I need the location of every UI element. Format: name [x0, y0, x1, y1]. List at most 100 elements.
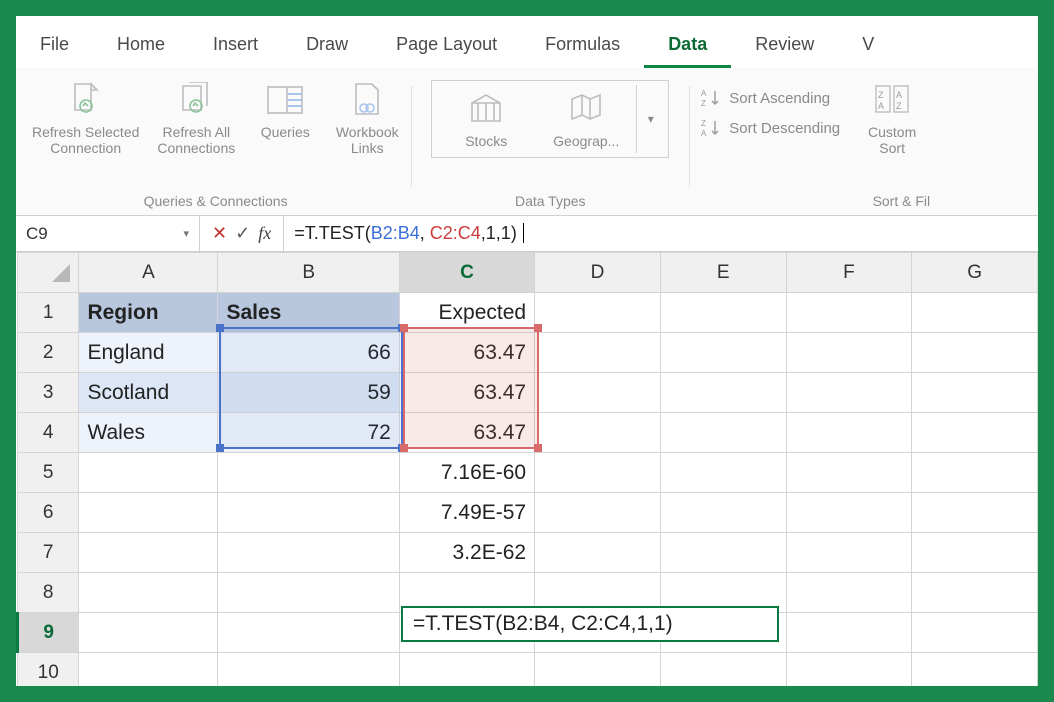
confirm-edit-button[interactable]: ✓ [235, 223, 250, 244]
tab-draw[interactable]: Draw [282, 22, 372, 68]
cell-A1[interactable]: Region [79, 293, 218, 333]
cell-G4[interactable] [912, 413, 1038, 453]
cell-C6[interactable]: 7.49E-57 [399, 493, 534, 533]
cell-A8[interactable] [79, 573, 218, 613]
workbook-links-button[interactable]: Workbook Links [329, 76, 405, 160]
cell-G7[interactable] [912, 533, 1038, 573]
cell-A6[interactable] [79, 493, 218, 533]
cancel-edit-button[interactable]: ✕ [212, 223, 227, 244]
cell-F2[interactable] [786, 333, 912, 373]
cell-E5[interactable] [660, 453, 786, 493]
sort-descending-button[interactable]: ZA Sort Descending [701, 118, 840, 138]
row-header-2[interactable]: 2 [18, 333, 79, 373]
row-header-7[interactable]: 7 [18, 533, 79, 573]
queries-button[interactable]: Queries [247, 76, 323, 144]
col-header-A[interactable]: A [79, 253, 218, 293]
tab-home[interactable]: Home [93, 22, 189, 68]
cell-G8[interactable] [912, 573, 1038, 613]
cell-B2[interactable]: 66 [218, 333, 399, 373]
cell-C7[interactable]: 3.2E-62 [399, 533, 534, 573]
row-header-1[interactable]: 1 [18, 293, 79, 333]
active-cell-editor[interactable]: =T.TEST(B2:B4, C2:C4,1,1) [401, 606, 779, 642]
datatype-dropdown[interactable]: ▾ [636, 85, 664, 153]
col-header-G[interactable]: G [912, 253, 1038, 293]
cell-B10[interactable] [218, 653, 399, 687]
cell-G3[interactable] [912, 373, 1038, 413]
cell-F8[interactable] [786, 573, 912, 613]
tab-review[interactable]: Review [731, 22, 838, 68]
cell-F5[interactable] [786, 453, 912, 493]
cell-B8[interactable] [218, 573, 399, 613]
geography-button[interactable]: Geograp... [536, 85, 636, 153]
col-header-F[interactable]: F [786, 253, 912, 293]
cell-A7[interactable] [79, 533, 218, 573]
tab-data[interactable]: Data [644, 22, 731, 68]
cell-B1[interactable]: Sales [218, 293, 399, 333]
tab-page-layout[interactable]: Page Layout [372, 22, 521, 68]
row-header-9[interactable]: 9 [18, 613, 79, 653]
row-header-6[interactable]: 6 [18, 493, 79, 533]
col-header-B[interactable]: B [218, 253, 399, 293]
cell-G6[interactable] [912, 493, 1038, 533]
name-box[interactable]: C9 ▾ [16, 216, 200, 251]
cell-F9[interactable] [786, 613, 912, 653]
cell-E6[interactable] [660, 493, 786, 533]
row-header-5[interactable]: 5 [18, 453, 79, 493]
cell-A10[interactable] [79, 653, 218, 687]
cell-C10[interactable] [399, 653, 534, 687]
cell-C2[interactable]: 63.47 [399, 333, 534, 373]
cell-C5[interactable]: 7.16E-60 [399, 453, 534, 493]
cell-E3[interactable] [660, 373, 786, 413]
refresh-all-button[interactable]: Refresh All Connections [151, 76, 241, 160]
select-all-corner[interactable] [18, 253, 79, 293]
cell-A2[interactable]: England [79, 333, 218, 373]
cell-E4[interactable] [660, 413, 786, 453]
col-header-D[interactable]: D [535, 253, 661, 293]
cell-B5[interactable] [218, 453, 399, 493]
cell-C4[interactable]: 63.47 [399, 413, 534, 453]
cell-F1[interactable] [786, 293, 912, 333]
cell-C3[interactable]: 63.47 [399, 373, 534, 413]
row-header-4[interactable]: 4 [18, 413, 79, 453]
custom-sort-button[interactable]: ZAAZ Custom Sort [854, 76, 930, 160]
refresh-selected-button[interactable]: Refresh Selected Connection [26, 76, 145, 160]
cell-D6[interactable] [535, 493, 661, 533]
cell-D3[interactable] [535, 373, 661, 413]
formula-input[interactable]: =T.TEST(B2:B4, C2:C4,1,1) [284, 223, 1038, 244]
cell-G1[interactable] [912, 293, 1038, 333]
tab-formulas[interactable]: Formulas [521, 22, 644, 68]
cell-E1[interactable] [660, 293, 786, 333]
sort-ascending-button[interactable]: AZ Sort Ascending [701, 88, 840, 108]
cell-G2[interactable] [912, 333, 1038, 373]
cell-D10[interactable] [535, 653, 661, 687]
cell-E2[interactable] [660, 333, 786, 373]
row-header-8[interactable]: 8 [18, 573, 79, 613]
cell-E10[interactable] [660, 653, 786, 687]
col-header-C[interactable]: C [399, 253, 534, 293]
cell-D5[interactable] [535, 453, 661, 493]
cell-A9[interactable] [79, 613, 218, 653]
cell-F4[interactable] [786, 413, 912, 453]
cell-F3[interactable] [786, 373, 912, 413]
cell-A4[interactable]: Wales [79, 413, 218, 453]
cell-D1[interactable] [535, 293, 661, 333]
row-header-3[interactable]: 3 [18, 373, 79, 413]
cell-D2[interactable] [535, 333, 661, 373]
stocks-button[interactable]: Stocks [436, 85, 536, 153]
cell-G9[interactable] [912, 613, 1038, 653]
row-header-10[interactable]: 10 [18, 653, 79, 687]
cell-B4[interactable]: 72 [218, 413, 399, 453]
cell-G10[interactable] [912, 653, 1038, 687]
tab-insert[interactable]: Insert [189, 22, 282, 68]
cell-C1[interactable]: Expected [399, 293, 534, 333]
cell-F10[interactable] [786, 653, 912, 687]
tab-view-partial[interactable]: V [838, 22, 898, 68]
insert-function-button[interactable]: fx [258, 223, 271, 244]
cell-B6[interactable] [218, 493, 399, 533]
cell-F7[interactable] [786, 533, 912, 573]
cell-B3[interactable]: 59 [218, 373, 399, 413]
cell-A3[interactable]: Scotland [79, 373, 218, 413]
cell-B7[interactable] [218, 533, 399, 573]
cell-B9[interactable] [218, 613, 399, 653]
col-header-E[interactable]: E [660, 253, 786, 293]
